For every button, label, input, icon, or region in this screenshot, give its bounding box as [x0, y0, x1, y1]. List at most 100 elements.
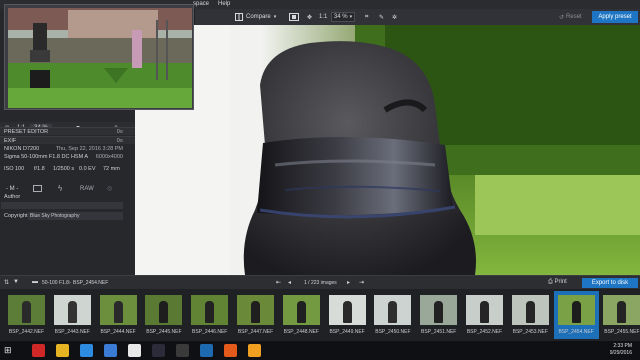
chevron-down-icon: ▾: [349, 14, 353, 20]
camera-model: NIKON D7200: [4, 146, 40, 152]
filmstrip-thumb[interactable]: BSP_2442.NEF: [4, 291, 49, 339]
main-image-viewer[interactable]: [135, 25, 640, 275]
app-18-icon[interactable]: [128, 344, 141, 357]
gear-icon: ✲: [392, 14, 398, 21]
next-image-button[interactable]: ▸: [347, 279, 350, 286]
sort-icon[interactable]: ⇅: [4, 279, 9, 286]
windows-taskbar: ⊞ 2:33 PM 9/29/2016: [0, 341, 640, 360]
thumb-filename: BSP_2452.NEF: [466, 329, 503, 335]
preset-editor-header[interactable]: PRESET EDITOR 0≡: [0, 127, 135, 135]
filmstrip-thumb[interactable]: BSP_2452.NEF: [462, 291, 507, 339]
thumb-subject: [571, 301, 581, 323]
thumb-subject: [480, 301, 489, 323]
thumb-filename: BSP_2446.NEF: [192, 329, 228, 335]
menu-item-help[interactable]: Help: [218, 1, 230, 7]
navigator-image: [8, 8, 192, 108]
panel-menu-icon[interactable]: 0≡: [117, 129, 123, 135]
grid-view-icon: [289, 13, 299, 21]
thumb-filename: BSP_2448.NEF: [283, 329, 319, 335]
last-image-button[interactable]: ⇥: [359, 279, 364, 286]
metering-icon: [33, 185, 42, 192]
export-to-disk-button[interactable]: Export to disk: [582, 278, 638, 288]
zoom-select[interactable]: 34 % ▾: [331, 12, 355, 22]
author-field[interactable]: [1, 202, 123, 209]
compare-icon: [235, 13, 243, 21]
exif-header[interactable]: EXIF 0≡: [0, 136, 135, 144]
browser-icon[interactable]: [248, 344, 261, 357]
image-counter: 1 / 223 images: [304, 280, 337, 286]
thumb-image: [282, 295, 320, 325]
thumb-image: [511, 295, 549, 325]
slides-icon[interactable]: [224, 344, 237, 357]
folder-icon: ▬: [32, 279, 38, 285]
media-icon[interactable]: [176, 344, 189, 357]
print-button[interactable]: ⎙ Print: [548, 279, 567, 286]
folder-name[interactable]: 50-100 F1.8: [42, 280, 69, 286]
filmstrip-toolbar: ⇅ ▼ ▬ 50-100 F1.8 › BSP_2454.NEF ⇤ ◂ 1 /…: [0, 275, 640, 289]
thumb-image: [8, 295, 45, 325]
retouch-tool-button[interactable]: ✎: [379, 11, 384, 23]
lightroom-icon[interactable]: [152, 344, 165, 357]
terminal-icon[interactable]: [200, 344, 213, 357]
current-file: BSP_2454.NEF: [73, 280, 109, 286]
menu-item-workspace[interactable]: space: [193, 1, 209, 7]
thumb-subject: [159, 301, 169, 323]
chevron-right-icon: ›: [69, 280, 71, 286]
first-image-button[interactable]: ⇤: [276, 279, 281, 286]
lens-model: Sigma 50-100mm F1.8 DC HSM A: [4, 154, 89, 160]
copyright-label: Copyright: [4, 213, 28, 219]
previous-image-button[interactable]: ◂: [288, 279, 291, 286]
thumb-image: [237, 295, 274, 325]
filmstrip-thumb[interactable]: BSP_2445.NEF: [141, 291, 186, 339]
reset-button[interactable]: ↺ Reset: [559, 11, 582, 23]
thumb-filename: BSP_2443.NEF: [54, 329, 90, 335]
grid-view-button[interactable]: [289, 11, 299, 23]
reset-icon: ↺: [559, 14, 565, 21]
thumb-subject: [617, 301, 627, 323]
copyright-field[interactable]: Blue Sky Photography: [28, 212, 123, 220]
crop-tool-button[interactable]: ⌗: [365, 11, 368, 23]
compare-label: Compare: [246, 14, 271, 20]
filmstrip-thumb[interactable]: BSP_2444.NEF: [96, 291, 141, 339]
filmstrip-thumb[interactable]: BSP_2446.NEF: [187, 291, 232, 339]
thumb-image: [53, 295, 91, 325]
focal-length: 72 mm: [103, 166, 120, 172]
mail-icon[interactable]: [104, 344, 117, 357]
filmstrip-thumb[interactable]: BSP_2449.NEF: [325, 291, 370, 339]
thumb-subject: [113, 301, 123, 323]
filmstrip-thumb[interactable]: BSP_2448.NEF: [279, 291, 324, 339]
navigator-preview[interactable]: [4, 4, 194, 110]
filmstrip-thumb[interactable]: BSP_2443.NEF: [50, 291, 95, 339]
clock-time: 2:33 PM: [613, 343, 632, 349]
crop-icon: ⌗: [365, 13, 369, 20]
filter-icon[interactable]: ▼: [13, 279, 19, 285]
pan-tool-button[interactable]: ✥: [307, 11, 312, 23]
filmstrip-thumb[interactable]: BSP_2450.NEF: [370, 291, 415, 339]
export-label: Export to disk: [591, 280, 629, 286]
thumb-image: [191, 295, 229, 325]
settings-tool-button[interactable]: ✲: [392, 11, 397, 23]
filmstrip-thumb[interactable]: BSP_2447.NEF: [233, 291, 278, 339]
filmstrip-thumb[interactable]: BSP_2453.NEF: [508, 291, 553, 339]
folder-icon[interactable]: [56, 344, 69, 357]
exif-label: EXIF: [4, 138, 17, 144]
chrome-icon[interactable]: [80, 344, 93, 357]
thumb-filename: BSP_2455.NEF: [604, 329, 640, 335]
filmstrip-thumb[interactable]: BSP_2454.NEF: [553, 291, 599, 339]
windows-start-icon[interactable]: ⊞: [4, 345, 12, 356]
apply-preset-button[interactable]: Apply preset: [592, 11, 638, 23]
thumb-image: [145, 295, 183, 325]
system-clock[interactable]: 2:33 PM 9/29/2016: [610, 343, 632, 357]
thumb-filename: BSP_2450.NEF: [375, 329, 411, 335]
filmstrip-thumb[interactable]: BSP_2455.NEF: [599, 291, 640, 339]
thumb-filename: BSP_2451.NEF: [421, 329, 457, 335]
thumb-image: [99, 295, 137, 325]
filmstrip-thumb[interactable]: BSP_2451.NEF: [416, 291, 461, 339]
ratio-button[interactable]: 1:1: [319, 11, 327, 23]
opera-icon[interactable]: [32, 344, 45, 357]
panel-menu-icon[interactable]: 0≡: [117, 138, 123, 144]
thumb-image: [466, 295, 503, 325]
compare-button[interactable]: Compare ▾: [235, 11, 276, 23]
thumb-subject: [67, 301, 77, 323]
thumb-subject: [205, 301, 215, 323]
